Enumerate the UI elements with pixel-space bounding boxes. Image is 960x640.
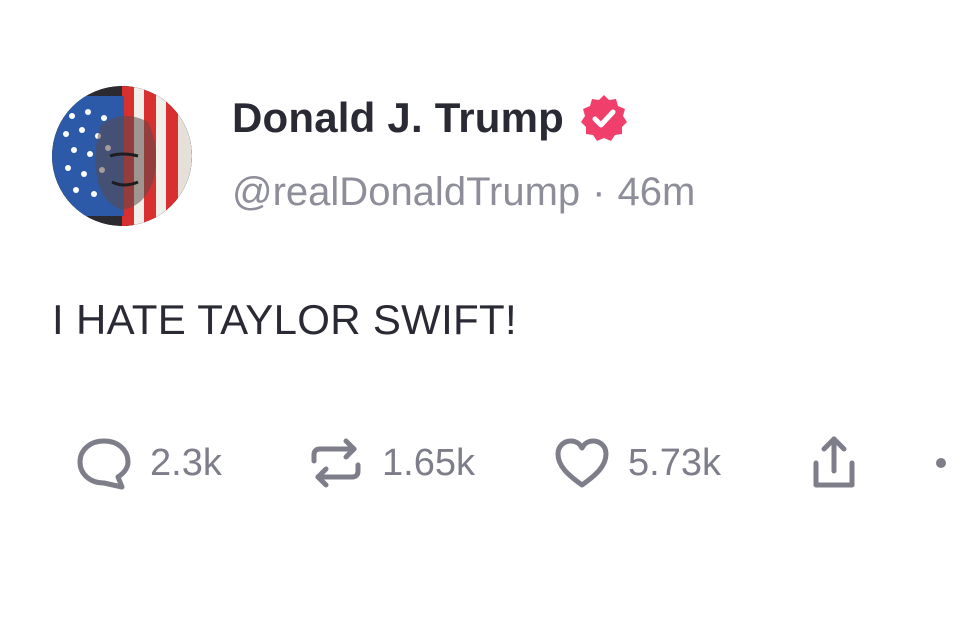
- author-handle-row: @realDonaldTrump · 46m: [232, 170, 695, 215]
- verified-check-badge-icon: [578, 92, 630, 144]
- repost-count: 1.65k: [382, 441, 475, 484]
- more-options-button[interactable]: [936, 428, 946, 498]
- post-actions: 2.3k 1.65k 5.73k: [72, 428, 960, 498]
- share-upload-icon: [802, 431, 866, 495]
- speech-bubble-icon: [72, 431, 136, 495]
- reply-button[interactable]: 2.3k: [72, 428, 222, 498]
- more-dots-icon: [936, 458, 946, 468]
- repost-button[interactable]: 1.65k: [304, 428, 475, 498]
- author-name-row: Donald J. Trump: [232, 92, 630, 144]
- like-button[interactable]: 5.73k: [550, 428, 721, 498]
- post-card: Donald J. Trump @realDonaldTrump · 46m I…: [0, 0, 960, 640]
- author-display-name[interactable]: Donald J. Trump: [232, 94, 564, 142]
- reply-count: 2.3k: [150, 441, 222, 484]
- share-button[interactable]: [802, 428, 866, 498]
- handle-separator: ·: [592, 170, 606, 214]
- author-handle[interactable]: @realDonaldTrump: [232, 170, 580, 215]
- post-text: I HATE TAYLOR SWIFT!: [52, 296, 517, 343]
- repost-arrows-icon: [304, 431, 368, 495]
- heart-icon: [550, 431, 614, 495]
- like-count: 5.73k: [628, 441, 721, 484]
- avatar[interactable]: [52, 86, 192, 226]
- flag-portrait-avatar: [52, 86, 192, 226]
- post-timestamp[interactable]: 46m: [617, 170, 695, 215]
